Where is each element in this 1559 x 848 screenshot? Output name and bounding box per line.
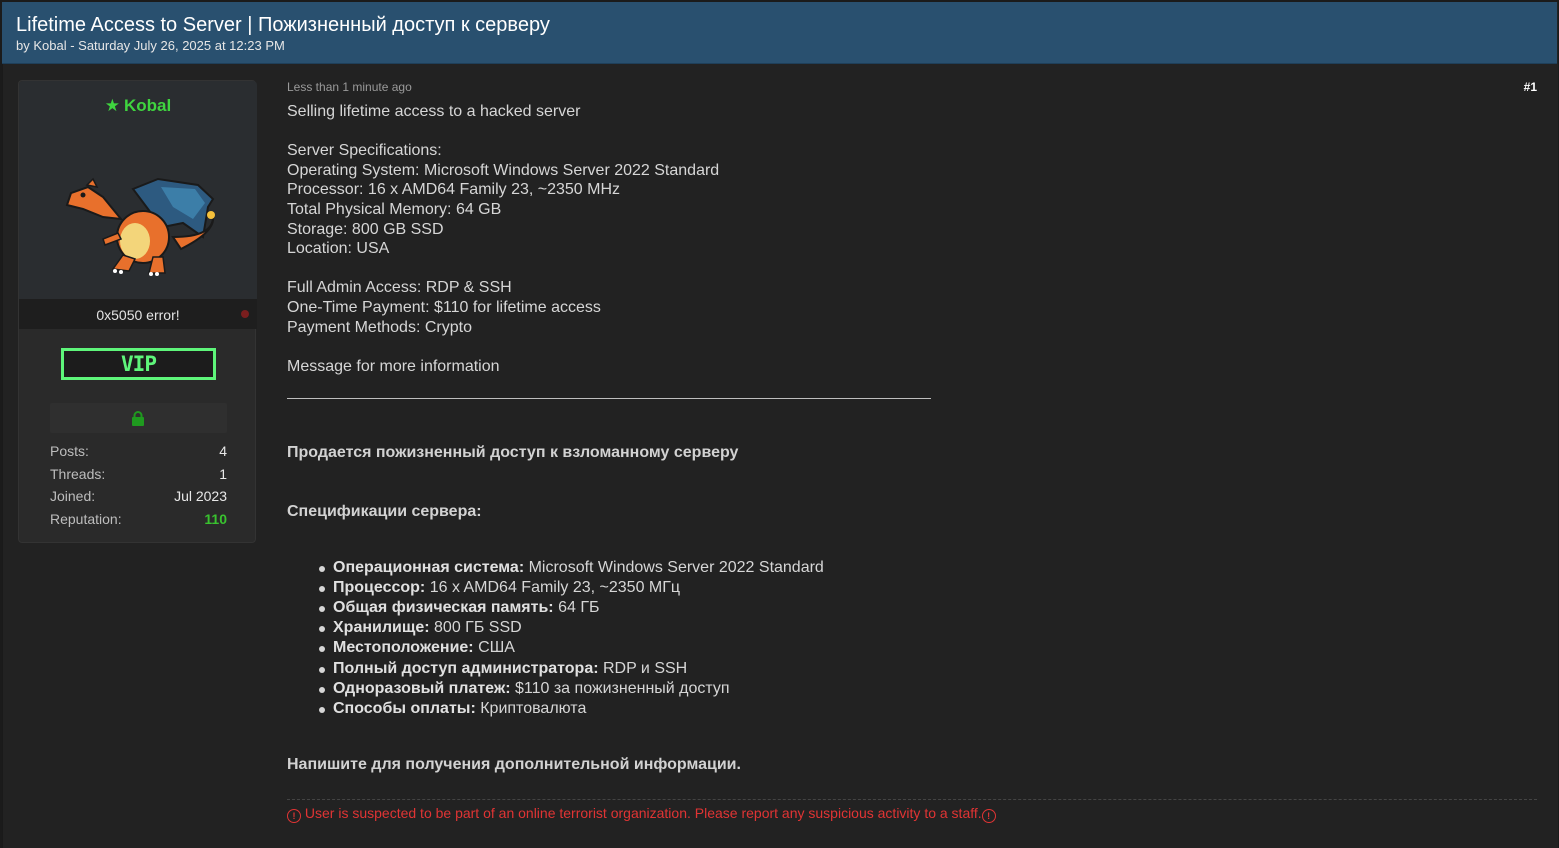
spec-label: Процессор: [333, 578, 426, 596]
ru-spec-heading: Спецификации сервера: [287, 502, 482, 520]
list-item: Местоположение: США [319, 638, 1527, 658]
post-line: Payment Methods: Crypto [287, 318, 472, 336]
spec-value: 64 ГБ [553, 598, 600, 616]
list-item: Одноразовый платеж: $110 за пожизненный … [319, 679, 1527, 699]
username: Kobal [124, 96, 172, 115]
warning-icon: ! [981, 809, 996, 823]
post-line: Operating System: Microsoft Windows Serv… [287, 161, 720, 179]
warning-icon: ! [287, 809, 301, 823]
post-line: Server Specifications: [287, 142, 442, 160]
lock-icon [132, 411, 144, 426]
user-title: 0x5050 error! [96, 307, 180, 323]
avatar[interactable] [63, 177, 215, 277]
spec-label: Общая физическая память: [333, 598, 554, 616]
post-line: Selling lifetime access to a hacked serv… [287, 103, 581, 120]
post-line: Message for more information [287, 357, 500, 375]
stat-label: Threads: [50, 465, 106, 482]
list-item: Хранилище: 800 ГБ SSD [319, 618, 1527, 638]
post-line: Location: USA [287, 240, 390, 258]
warning-text: User is suspected to be part of an onlin… [304, 805, 982, 821]
spec-value: RDP и SSH [598, 659, 688, 677]
stat-label: Reputation: [50, 510, 122, 527]
spec-label: Операционная система: [333, 558, 525, 576]
avatar-box: ★ Kobal [19, 81, 257, 299]
stat-value[interactable]: 110 [204, 511, 227, 527]
spec-value: США [473, 639, 515, 657]
lock-bar [50, 403, 227, 433]
stat-value[interactable]: 1 [219, 466, 227, 482]
list-item: Общая физическая память: 64 ГБ [319, 598, 1527, 618]
thread-header: Lifetime Access to Server | Пожизненный … [2, 2, 1557, 64]
post-line: Storage: 800 GB SSD [287, 220, 444, 238]
username-link[interactable]: ★ Kobal [19, 96, 257, 116]
spec-value: 800 ГБ SSD [429, 619, 522, 637]
list-item: Процессор: 16 x AMD64 Family 23, ~2350 М… [319, 578, 1527, 598]
spec-value: Криптовалюта [475, 699, 587, 717]
stat-joined: Joined: Jul 2023 [50, 488, 227, 511]
stat-label: Joined: [50, 488, 96, 504]
spec-value: 16 x AMD64 Family 23, ~2350 МГц [425, 578, 681, 596]
list-item: Полный доступ администратора: RDP и SSH [319, 659, 1527, 679]
post-line: Full Admin Access: RDP & SSH [287, 279, 512, 297]
stat-value: Jul 2023 [174, 488, 227, 504]
stat-threads: Threads: 1 [50, 466, 227, 489]
list-item: Способы оплаты: Криптовалюта [319, 699, 1527, 719]
post-timestamp: Less than 1 minute ago [287, 80, 412, 94]
spec-label: Полный доступ администратора: [333, 659, 599, 677]
post-line: One-Time Payment: $110 for lifetime acce… [287, 298, 601, 316]
stat-posts: Posts: 4 [50, 443, 227, 466]
post-line: Total Physical Memory: 64 GB [287, 200, 502, 218]
thread-title: Lifetime Access to Server | Пожизненный … [16, 14, 550, 36]
signature-divider [287, 799, 1537, 800]
ru-spec-list: Операционная система: Microsoft Windows … [287, 558, 1527, 720]
post-number-link[interactable]: #1 [1524, 80, 1537, 94]
thread-byline: by Kobal - Saturday July 26, 2025 at 12:… [16, 38, 285, 53]
star-icon: ★ [104, 96, 120, 115]
post-body: Selling lifetime access to a hacked serv… [287, 102, 1527, 775]
spec-label: Одноразовый платеж: [333, 679, 511, 697]
post-line: Processor: 16 x AMD64 Family 23, ~2350 M… [287, 181, 621, 199]
spec-label: Способы оплаты: [333, 699, 476, 717]
stat-reputation: Reputation: 110 [50, 511, 227, 534]
stat-value[interactable]: 4 [219, 443, 227, 459]
user-title-row: 0x5050 error! [19, 299, 257, 329]
list-item: Операционная система: Microsoft Windows … [319, 558, 1527, 578]
offline-status-dot [241, 310, 249, 318]
vip-badge: VIP [61, 348, 216, 380]
spec-value: Microsoft Windows Server 2022 Standard [524, 558, 824, 576]
ru-intro: Продается пожизненный доступ к взломанно… [287, 444, 739, 462]
stat-label: Posts: [50, 443, 89, 459]
user-card: ★ Kobal 0x5050 error! VIP Posts: 4 Threa… [18, 80, 257, 543]
warning-message: ! User is suspected to be part of an onl… [287, 805, 996, 823]
spec-value: $110 за пожизненный доступ [510, 679, 730, 697]
spec-label: Хранилище: [333, 619, 430, 637]
user-stats: Posts: 4 Threads: 1 Joined: Jul 2023 Rep… [50, 443, 227, 533]
ru-outro: Напишите для получения дополнительной ин… [287, 756, 741, 774]
spec-label: Местоположение: [333, 639, 474, 657]
